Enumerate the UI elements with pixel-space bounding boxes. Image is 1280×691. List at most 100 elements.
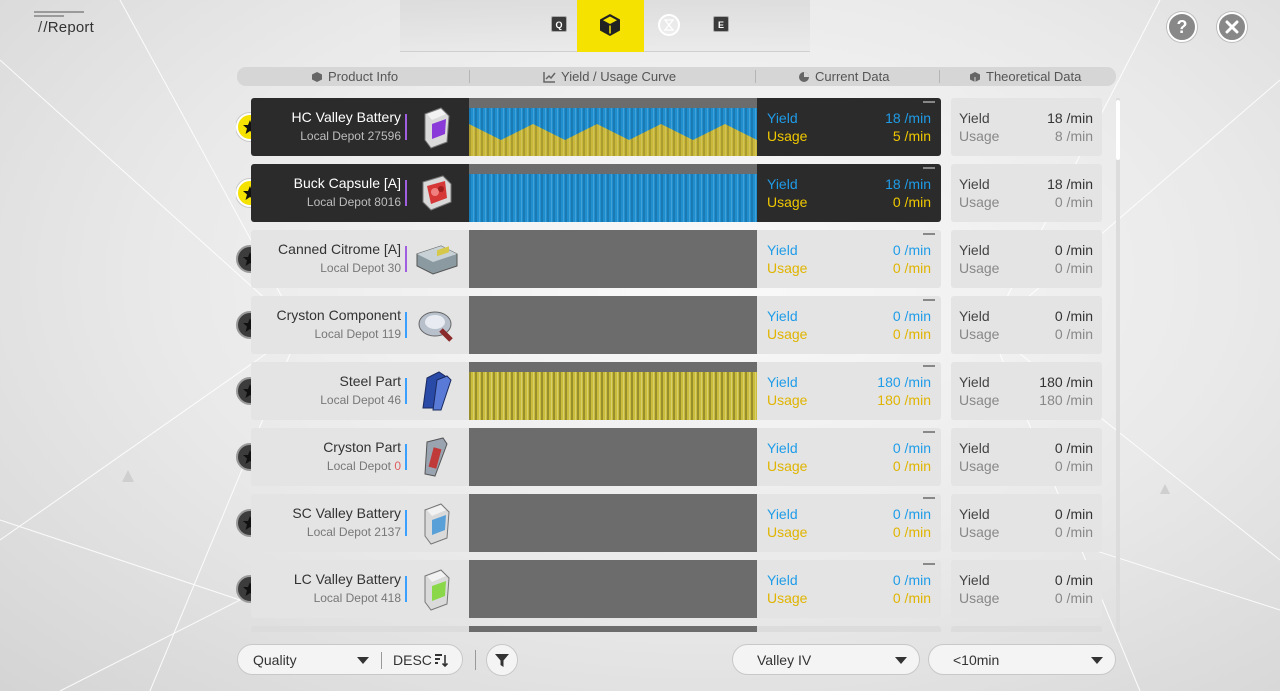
scrollbar[interactable] [1116, 98, 1120, 632]
current-data: Yield 0 /min Usage 0 /min [757, 428, 941, 486]
rarity-accent [405, 312, 407, 338]
theoretical-usage-value: 0 /min [1054, 260, 1093, 276]
tab-hourglass[interactable] [658, 14, 680, 36]
product-name: Buck Capsule [A] [293, 175, 401, 191]
product-row[interactable]: HC Valley Battery Local Depot 27596 Yiel… [236, 98, 1116, 156]
product-row[interactable]: LC Valley Battery Local Depot 418 Yield … [236, 560, 1116, 618]
key-hint-e[interactable]: E [713, 16, 729, 32]
current-yield-label: Yield [767, 572, 798, 588]
theoretical-yield-label: Yield [959, 572, 990, 588]
product-name: SC Valley Battery [292, 505, 401, 521]
current-data: Yield 0 /min Usage 0 /min [757, 560, 941, 618]
current-usage-value: 0 /min [892, 194, 931, 210]
help-button[interactable]: ? [1167, 12, 1197, 42]
line-chart-icon [543, 71, 556, 83]
current-usage-value: 0 /min [892, 524, 931, 540]
filter-button[interactable] [486, 644, 518, 676]
more-icon[interactable] [923, 365, 935, 367]
product-card[interactable]: HC Valley Battery Local Depot 27596 Yiel… [251, 98, 941, 156]
current-yield-value: 0 /min [892, 572, 931, 588]
product-list[interactable]: HC Valley Battery Local Depot 27596 Yiel… [236, 98, 1116, 632]
theoretical-usage-value: 8 /min [1054, 128, 1093, 144]
theoretical-yield-value: 18 /min [1047, 176, 1093, 192]
more-icon[interactable] [923, 497, 935, 499]
yield-usage-curve [469, 362, 757, 420]
rarity-accent [405, 510, 407, 536]
current-yield-label: Yield [767, 506, 798, 522]
current-yield-label: Yield [767, 440, 798, 456]
current-usage-value: 0 /min [892, 590, 931, 606]
product-row[interactable]: Buck Capsule [A] Local Depot 8016 Yield … [236, 164, 1116, 222]
chevron-down-icon [895, 657, 907, 664]
product-card[interactable]: Steel Part Local Depot 46 Yield 180 /min… [251, 362, 941, 420]
theoretical-yield-value: 0 /min [1054, 440, 1093, 456]
product-row[interactable]: Cryston Component Local Depot 119 Yield … [236, 296, 1116, 354]
rarity-accent [405, 246, 407, 272]
column-product-info: Product Info [311, 69, 398, 84]
product-row[interactable]: Canned Citrome [A] Local Depot 30 Yield … [236, 230, 1116, 288]
product-name: Steel Part [339, 373, 401, 389]
theoretical-usage-label: Usage [959, 590, 1000, 606]
region-dropdown[interactable]: Valley IV [732, 644, 920, 675]
sort-dropdown[interactable]: Quality DESC [237, 644, 463, 675]
theoretical-data: Yield 0 /min Usage 0 /min [951, 494, 1102, 552]
chevron-down-icon [1091, 657, 1103, 664]
column-header-bar: Product Info Yield / Usage Curve Current… [237, 67, 1116, 86]
theoretical-yield-value: 180 /min [1039, 374, 1093, 390]
close-button[interactable] [1217, 12, 1247, 42]
yield-usage-curve [469, 560, 757, 618]
current-data: Yield 18 /min Usage 5 /min [757, 98, 941, 156]
theoretical-data: Yield 0 /min Usage 0 /min [951, 560, 1102, 618]
more-icon[interactable] [923, 167, 935, 169]
chevron-down-icon [357, 657, 369, 664]
product-icon [312, 71, 322, 82]
theoretical-usage-label: Usage [959, 260, 1000, 276]
key-hint-q[interactable]: Q [551, 16, 567, 32]
current-yield-label: Yield [767, 176, 798, 192]
yield-usage-curve [469, 494, 757, 552]
column-current-data: Current Data [798, 69, 889, 84]
more-icon[interactable] [923, 299, 935, 301]
current-data: Yield 0 /min Usage 0 /min [757, 494, 941, 552]
product-name: Cryston Component [276, 307, 401, 323]
current-usage-label: Usage [767, 590, 808, 606]
product-card[interactable]: Cryston Component Local Depot 119 Yield … [251, 296, 941, 354]
yield-usage-curve [469, 230, 757, 288]
theoretical-yield-label: Yield [959, 374, 990, 390]
more-icon[interactable] [923, 431, 935, 433]
product-card[interactable]: LC Valley Battery Local Depot 418 Yield … [251, 560, 941, 618]
more-icon[interactable] [923, 233, 935, 235]
theoretical-usage-value: 0 /min [1054, 590, 1093, 606]
time-range-value: <10min [953, 652, 1000, 668]
theoretical-yield-label: Yield [959, 308, 990, 324]
current-usage-label: Usage [767, 458, 808, 474]
time-range-dropdown[interactable]: <10min [928, 644, 1116, 675]
product-card[interactable]: Buck Capsule [A] Local Depot 8016 Yield … [251, 164, 941, 222]
cube-icon [600, 14, 620, 36]
more-icon[interactable] [923, 101, 935, 103]
more-icon[interactable] [923, 563, 935, 565]
pie-chart-icon [799, 71, 809, 82]
canned-food-icon [413, 236, 459, 282]
column-curve: Yield / Usage Curve [543, 69, 676, 84]
product-depot: Local Depot 0 [326, 459, 401, 473]
current-usage-value: 0 /min [892, 260, 931, 276]
capsule-icon [413, 170, 459, 216]
cryston-part-icon [413, 434, 459, 480]
scrollbar-thumb[interactable] [1116, 100, 1120, 160]
theoretical-yield-value: 0 /min [1054, 308, 1093, 324]
tab-production[interactable] [577, 0, 644, 52]
product-row[interactable]: SC Valley Battery Local Depot 2137 Yield… [236, 494, 1116, 552]
product-card[interactable]: Canned Citrome [A] Local Depot 30 Yield … [251, 230, 941, 288]
theoretical-data: Yield 180 /min Usage 180 /min [951, 362, 1102, 420]
battery-icon [413, 500, 459, 546]
current-yield-value: 180 /min [877, 374, 931, 390]
theoretical-usage-value: 0 /min [1054, 524, 1093, 540]
product-card[interactable]: SC Valley Battery Local Depot 2137 Yield… [251, 494, 941, 552]
yield-usage-curve [469, 98, 757, 156]
product-card[interactable]: Cryston Part Local Depot 0 Yield 0 /min … [251, 428, 941, 486]
product-row[interactable]: Steel Part Local Depot 46 Yield 180 /min… [236, 362, 1116, 420]
theoretical-usage-label: Usage [959, 524, 1000, 540]
product-row[interactable]: Cryston Part Local Depot 0 Yield 0 /min … [236, 428, 1116, 486]
sort-direction-button[interactable]: DESC [393, 652, 432, 668]
